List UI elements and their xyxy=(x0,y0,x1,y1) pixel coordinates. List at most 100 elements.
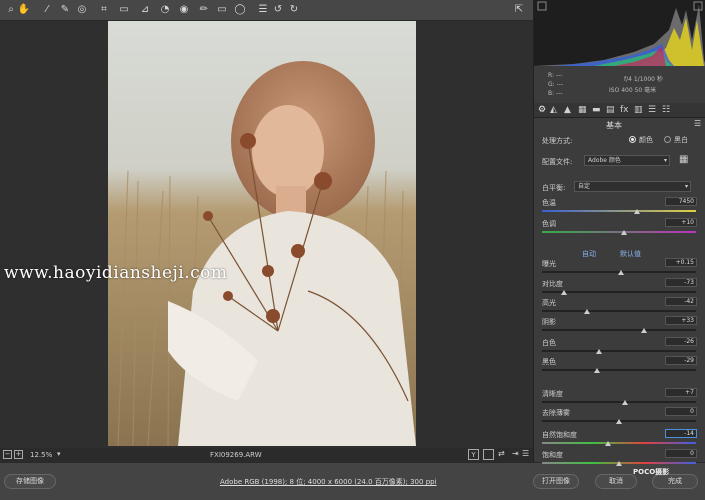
treatment-label: 处理方式: xyxy=(542,137,573,145)
zoom-dropdown-icon[interactable]: ▾ xyxy=(57,450,61,458)
target-adjust-icon[interactable]: ◎ xyxy=(75,3,89,17)
adjustment-brush-icon[interactable]: ✏ xyxy=(197,3,211,17)
export-icon[interactable]: ⇱ xyxy=(512,3,526,17)
aperture-shutter: f/4 1/1000 秒 xyxy=(624,76,663,83)
rotate-right-icon[interactable]: ↻ xyxy=(287,3,301,17)
file-name: FXI09269.ARW xyxy=(210,451,262,459)
color-sampler-icon[interactable]: ✎ xyxy=(58,3,72,17)
slider-track[interactable] xyxy=(542,310,696,312)
slider-thumb[interactable] xyxy=(605,441,612,446)
tab-snapshots[interactable]: ☷ xyxy=(662,105,670,115)
tab-split-toning[interactable]: ▬ xyxy=(592,105,601,115)
tab-hsl[interactable]: ▦ xyxy=(578,105,587,115)
tab-presets[interactable]: ☰ xyxy=(648,105,656,115)
watermark-text: www.haoyidiansheji.com xyxy=(4,263,228,283)
adjustment-panel: R: --- G: --- B: --- f/4 1/1000 秒 ISO 40… xyxy=(533,0,705,466)
cancel-button[interactable]: 取消 xyxy=(595,474,637,489)
slider-thumb[interactable] xyxy=(595,349,602,354)
zoom-out-icon[interactable]: − xyxy=(3,450,12,459)
slider-thumb[interactable] xyxy=(640,328,647,333)
slider-value-field[interactable]: 0 xyxy=(665,449,697,458)
zoom-icon[interactable]: ⌕ xyxy=(4,3,18,17)
slider-thumb[interactable] xyxy=(622,400,629,405)
graduated-filter-icon[interactable]: ▭ xyxy=(215,3,229,17)
slider-track[interactable] xyxy=(542,442,696,444)
slider-value-field[interactable]: +0.15 xyxy=(665,258,697,267)
slider-track[interactable] xyxy=(542,329,696,331)
slider-label: 自然饱和度 xyxy=(542,431,577,439)
red-eye-icon[interactable]: ◉ xyxy=(177,3,191,17)
radial-filter-icon[interactable]: ◯ xyxy=(233,3,247,17)
white-balance-select[interactable]: 自定 ▾ xyxy=(574,181,691,192)
copy-settings-icon[interactable]: ⇥ xyxy=(512,449,519,458)
workflow-options-link[interactable]: Adobe RGB (1998); 8 位; 4000 x 6000 (24.0… xyxy=(220,477,437,487)
histogram xyxy=(534,0,705,66)
slider-track[interactable] xyxy=(542,369,696,371)
section-menu-icon[interactable]: ☰ xyxy=(694,119,701,128)
zoom-in-icon[interactable]: + xyxy=(14,450,23,459)
slider-value-field[interactable]: +7 xyxy=(665,388,697,397)
white-balance-icon[interactable]: ⁄ xyxy=(40,3,54,17)
treatment-color-label: 颜色 xyxy=(639,136,653,144)
slider-value-field[interactable]: -14 xyxy=(665,429,697,438)
slider-value-field[interactable]: +33 xyxy=(665,316,697,325)
tab-detail[interactable]: ▲ xyxy=(564,105,571,115)
blue-value: B: --- xyxy=(548,90,563,97)
slider-label: 黑色 xyxy=(542,358,556,366)
presets-icon[interactable]: ☰ xyxy=(256,3,270,17)
slider-thumb[interactable] xyxy=(634,209,641,214)
slider-value-field[interactable]: 7450 xyxy=(665,197,697,206)
slider-thumb[interactable] xyxy=(616,461,622,466)
slider-value-field[interactable]: -42 xyxy=(665,297,697,306)
slider-value-field[interactable]: 0 xyxy=(665,407,697,416)
hand-icon[interactable]: ✋ xyxy=(17,3,31,17)
slider-thumb[interactable] xyxy=(594,368,601,373)
slider-track[interactable] xyxy=(542,231,696,233)
straighten-icon[interactable]: ▭ xyxy=(117,3,131,17)
tab-effects[interactable]: fx xyxy=(620,105,629,115)
green-value: G: --- xyxy=(548,81,564,88)
profile-label: 配置文件: xyxy=(542,158,573,166)
zoom-level[interactable]: 12.5% xyxy=(30,451,52,459)
image-canvas[interactable]: www.haoyidiansheji.com xyxy=(0,21,533,448)
slider-thumb[interactable] xyxy=(560,290,567,295)
rotate-left-icon[interactable]: ↺ xyxy=(271,3,285,17)
profile-select[interactable]: Adobe 颜色 ▾ xyxy=(584,155,670,166)
slider-value-field[interactable]: -26 xyxy=(665,337,697,346)
slider-track[interactable] xyxy=(542,350,696,352)
slider-value-field[interactable]: +10 xyxy=(665,218,697,227)
slider-value-field[interactable]: -29 xyxy=(665,356,697,365)
open-image-button[interactable]: 打开图像 xyxy=(533,474,579,489)
swap-icon[interactable]: ⇄ xyxy=(498,449,505,458)
slider-thumb[interactable] xyxy=(616,419,622,424)
camera-info: f/4 1/1000 秒 ISO 400 50 毫米 xyxy=(609,74,663,96)
tab-basic[interactable]: ⚙ xyxy=(538,105,546,115)
slider-label: 对比度 xyxy=(542,280,563,288)
slider-thumb[interactable] xyxy=(583,309,590,314)
tab-lens[interactable]: ▤ xyxy=(606,105,615,115)
tab-calibration[interactable]: ▥ xyxy=(634,105,643,115)
save-image-button[interactable]: 存储图像 xyxy=(4,474,56,489)
treatment-bw-label: 黑白 xyxy=(674,136,688,144)
compare-icon[interactable] xyxy=(483,449,494,460)
slider-thumb[interactable] xyxy=(620,230,627,235)
before-after-icon[interactable]: Y xyxy=(468,449,479,460)
transform-icon[interactable]: ⊿ xyxy=(138,3,152,17)
default-link[interactable]: 默认值 xyxy=(620,249,641,259)
treatment-color-radio[interactable] xyxy=(629,136,636,143)
slider-label: 色调 xyxy=(542,220,556,228)
slider-thumb[interactable] xyxy=(617,270,624,275)
crop-icon[interactable]: ⌗ xyxy=(97,3,111,17)
profile-browser-icon[interactable]: ▦ xyxy=(679,154,688,165)
slider-track[interactable] xyxy=(542,401,696,403)
tool-bar: ⌕ ✋ ⁄ ✎ ◎ ⌗ ▭ ⊿ ◔ ◉ ✏ ▭ ◯ ☰ ↺ ↻ ⇱ xyxy=(0,0,533,21)
auto-link[interactable]: 自动 xyxy=(582,249,596,259)
spot-removal-icon[interactable]: ◔ xyxy=(158,3,172,17)
status-bar: − + 12.5% ▾ FXI09269.ARW Y ⇄ ⇥ ☰ xyxy=(0,448,533,462)
slider-track[interactable] xyxy=(542,210,696,212)
slider-value-field[interactable]: -73 xyxy=(665,278,697,287)
tab-tone-curve[interactable]: ◭ xyxy=(550,105,557,115)
treatment-bw-radio[interactable] xyxy=(664,136,671,143)
slider-label: 曝光 xyxy=(542,260,556,268)
preview-settings-icon[interactable]: ☰ xyxy=(522,449,529,458)
